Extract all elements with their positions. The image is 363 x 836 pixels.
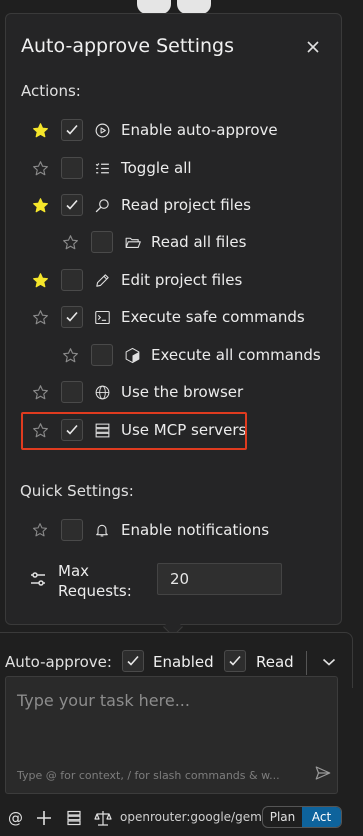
close-button[interactable] bbox=[302, 36, 324, 58]
action-row-enable-auto-approve[interactable]: Enable auto-approve bbox=[0, 116, 278, 144]
divider bbox=[306, 651, 307, 675]
terminal-icon bbox=[93, 308, 111, 326]
action-checkbox[interactable] bbox=[61, 194, 83, 216]
star-icon[interactable] bbox=[61, 233, 79, 251]
at-icon: @ bbox=[8, 809, 23, 827]
act-button[interactable]: Act bbox=[302, 807, 341, 827]
auto-approve-label: Auto-approve: bbox=[5, 653, 112, 671]
action-row-read-all-files[interactable]: Read all files bbox=[0, 228, 246, 256]
action-checkbox[interactable] bbox=[91, 231, 113, 253]
add-button[interactable] bbox=[36, 808, 52, 828]
star-icon[interactable] bbox=[31, 308, 49, 326]
action-label: Execute all commands bbox=[151, 346, 321, 364]
notifications-checkbox[interactable] bbox=[61, 519, 83, 541]
max-requests-input[interactable] bbox=[157, 563, 282, 595]
action-row-use-the-browser[interactable]: Use the browser bbox=[0, 378, 243, 406]
task-input[interactable]: Type your task here... Type @ for contex… bbox=[5, 676, 338, 794]
sliders-icon bbox=[29, 570, 47, 592]
task-placeholder: Type your task here... bbox=[17, 691, 190, 710]
notifications-label: Enable notifications bbox=[121, 521, 270, 539]
globe-icon bbox=[93, 383, 111, 401]
action-row-read-project-files[interactable]: Read project files bbox=[0, 191, 251, 219]
close-icon bbox=[307, 41, 319, 53]
at-mention-button[interactable]: @ bbox=[8, 808, 23, 828]
action-label: Execute safe commands bbox=[121, 308, 305, 326]
action-row-execute-safe-commands[interactable]: Execute safe commands bbox=[0, 303, 305, 331]
star-icon[interactable] bbox=[61, 346, 79, 364]
expand-button[interactable] bbox=[318, 651, 340, 673]
action-label: Read project files bbox=[121, 196, 251, 214]
star-icon[interactable] bbox=[31, 521, 49, 539]
action-checkbox[interactable] bbox=[61, 381, 83, 403]
send-button[interactable] bbox=[312, 762, 334, 784]
read-checkbox[interactable] bbox=[224, 650, 246, 672]
action-label: Toggle all bbox=[121, 159, 192, 177]
star-icon[interactable] bbox=[31, 159, 49, 177]
pencil-icon bbox=[93, 271, 111, 289]
notifications-row[interactable]: Enable notifications bbox=[0, 516, 269, 544]
action-checkbox[interactable] bbox=[61, 306, 83, 328]
task-hint: Type @ for context, / for slash commands… bbox=[17, 769, 280, 782]
action-label: Enable auto-approve bbox=[121, 121, 278, 139]
plan-act-toggle[interactable]: Plan Act bbox=[262, 806, 342, 828]
max-requests-label: Max Requests: bbox=[58, 562, 132, 600]
action-checkbox[interactable] bbox=[61, 269, 83, 291]
action-label: Read all files bbox=[151, 233, 247, 251]
star-icon[interactable] bbox=[31, 271, 49, 289]
action-checkbox[interactable] bbox=[91, 344, 113, 366]
action-row-edit-project-files[interactable]: Edit project files bbox=[0, 266, 242, 294]
action-row-toggle-all[interactable]: Toggle all bbox=[0, 154, 192, 182]
list-check-icon bbox=[93, 159, 111, 177]
model-settings-button[interactable] bbox=[94, 808, 112, 828]
scale-icon bbox=[94, 811, 112, 826]
read-label: Read bbox=[256, 653, 294, 671]
panel-title: Auto-approve Settings bbox=[21, 35, 235, 57]
plan-button[interactable]: Plan bbox=[263, 807, 302, 827]
chevron-down-icon bbox=[322, 658, 336, 666]
star-icon[interactable] bbox=[31, 121, 49, 139]
folder-open-icon bbox=[123, 233, 141, 251]
search-icon bbox=[93, 196, 111, 214]
action-label: Use the browser bbox=[121, 383, 244, 401]
star-icon[interactable] bbox=[31, 383, 49, 401]
bell-icon bbox=[93, 521, 111, 539]
play-circle-icon bbox=[93, 121, 111, 139]
star-icon[interactable] bbox=[31, 196, 49, 214]
send-icon bbox=[315, 766, 331, 780]
plus-icon bbox=[37, 811, 51, 825]
action-checkbox[interactable] bbox=[61, 157, 83, 179]
actions-label: Actions: bbox=[21, 82, 81, 100]
bottom-toolbar: @ openrouter:google/gem... Plan Act bbox=[0, 804, 363, 832]
enabled-label: Enabled bbox=[153, 653, 214, 671]
model-selector[interactable]: openrouter:google/gem... bbox=[120, 810, 273, 824]
enabled-checkbox[interactable] bbox=[122, 650, 144, 672]
servers-button[interactable] bbox=[66, 808, 82, 828]
server-icon bbox=[67, 810, 81, 826]
quick-settings-label: Quick Settings: bbox=[20, 482, 134, 500]
action-checkbox[interactable] bbox=[61, 119, 83, 141]
action-row-execute-all-commands[interactable]: Execute all commands bbox=[0, 341, 321, 369]
action-label: Edit project files bbox=[121, 271, 243, 289]
cube-icon bbox=[123, 346, 141, 364]
mcp-servers-highlight bbox=[21, 412, 247, 450]
